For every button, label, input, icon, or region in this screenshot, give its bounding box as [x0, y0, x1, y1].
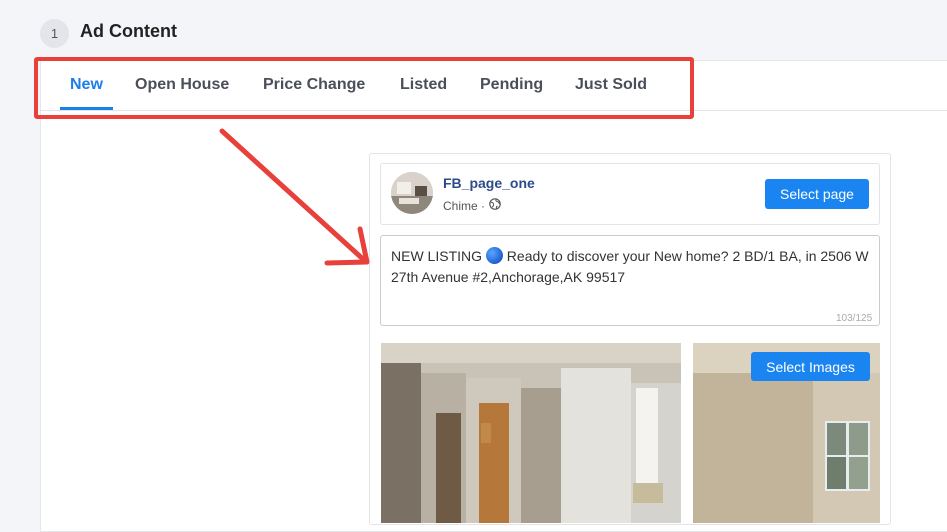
tab-just-sold[interactable]: Just Sold [565, 60, 657, 110]
page-sub-text: Chime · [443, 198, 486, 213]
tab-new[interactable]: New [60, 60, 113, 110]
select-images-button[interactable]: Select Images [751, 352, 870, 381]
ad-text-prefix: NEW LISTING [391, 248, 483, 264]
page-subtitle: Chime · [443, 198, 501, 213]
char-counter: 103/125 [836, 313, 873, 324]
page-name: FB_page_one [443, 175, 535, 191]
page-avatar [391, 172, 433, 214]
globe-icon [489, 198, 501, 213]
ad-text-field[interactable]: NEW LISTING Ready to discover your New h… [380, 235, 880, 326]
tab-open-house[interactable]: Open House [125, 60, 239, 110]
select-page-button[interactable]: Select page [765, 179, 869, 209]
section-title: Ad Content [80, 21, 177, 41]
tab-bar: New Open House Price Change Listed Pendi… [40, 60, 947, 111]
blue-circle-emoji [485, 247, 503, 264]
tab-listed[interactable]: Listed [390, 60, 457, 110]
step-number-badge: 1 [40, 19, 69, 48]
tab-price-change[interactable]: Price Change [253, 60, 375, 110]
tab-pending[interactable]: Pending [470, 60, 553, 110]
listing-photo-1 [381, 343, 681, 523]
